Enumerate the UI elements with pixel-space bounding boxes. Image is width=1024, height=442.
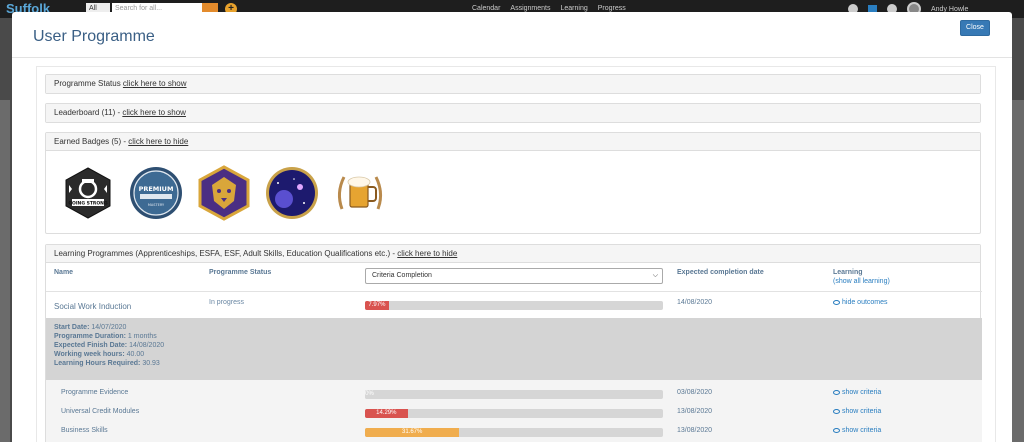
space-badge-icon[interactable] [264,165,320,221]
modal-body: Programme Status click here to show Lead… [36,66,996,442]
earned-badges-toggle-link[interactable]: click here to hide [128,137,188,146]
programme-row: Social Work Induction In progress 7.97% … [46,293,982,318]
show-criteria-link[interactable]: show criteria [833,408,881,415]
mastery-text: MASTERY [148,203,165,207]
leaderboard-header: Leaderboard (11) - click here to show [46,104,980,122]
show-all-learning-link[interactable]: (show all learning) [833,278,890,285]
top-nav: Calendar Assignments Learning Progress [472,5,626,12]
header-name: Name [54,269,74,276]
outcome-expected-date: 13/08/2020 [677,427,713,434]
learning-programmes-panel: Learning Programmes (Apprenticeships, ES… [45,244,982,442]
close-button[interactable]: Close [960,20,990,36]
learning-programmes-header: Learning Programmes (Apprenticeships, ES… [46,245,980,263]
going-strong-text: GOING STRONG [68,201,108,207]
hide-outcomes-link[interactable]: hide outcomes [833,299,888,306]
header-expected: Expected completion date [677,269,764,276]
completion-type-select[interactable]: Criteria Completion ⌵ [365,268,663,284]
beer-mug-badge-icon[interactable] [332,165,388,221]
eye-icon [833,389,840,395]
earned-badges-panel: Earned Badges (5) - click here to hide G… [45,132,981,234]
leaderboard-panel: Leaderboard (11) - click here to show [45,103,981,123]
completion-type-value: Criteria Completion [372,272,432,279]
show-criteria-link[interactable]: show criteria [833,389,881,396]
nav-learning[interactable]: Learning [561,5,588,12]
nav-assignments[interactable]: Assignments [510,5,550,12]
programme-expected-date: 14/08/2020 [677,299,713,306]
leaderboard-toggle-link[interactable]: click here to show [122,108,186,117]
programme-status-header: Programme Status click here to show [46,75,980,93]
programme-progress-fill: 7.97% [365,301,389,310]
eye-icon [833,427,840,433]
chevron-down-icon: ⌵ [652,272,658,279]
programme-details: Start Date: 14/07/2020 Programme Duratio… [46,318,982,380]
header-learning: Learning [833,269,863,276]
header-status: Programme Status [209,269,272,276]
modal-title: User Programme [33,28,155,45]
detail-expected-finish: Expected Finish Date: 14/08/2020 [54,342,165,349]
outcome-row: Universal Credit Modules 14.29% 13/08/20… [46,406,982,424]
outcome-progress-bar: 14.29% [365,409,663,418]
background-content-left [0,100,10,442]
outcome-progress-bar: 0% [365,390,663,399]
outcome-progress-fill: 31.67% [365,428,460,437]
programme-status: In progress [209,299,245,306]
user-programme-modal: User Programme Close Programme Status cl… [12,12,1012,442]
modal-header: User Programme Close [12,12,1012,58]
eye-icon [833,408,840,414]
outcome-name[interactable]: Programme Evidence [61,389,128,396]
detail-start-date: Start Date: 14/07/2020 [54,324,127,331]
eye-icon [833,299,840,305]
outcome-progress-fill: 14.29% [365,409,408,418]
programme-status-panel: Programme Status click here to show [45,74,981,94]
programme-status-toggle-link[interactable]: click here to show [123,79,187,88]
detail-working-hours: Working week hours: 40.00 [54,351,145,358]
outcome-name[interactable]: Business Skills [61,427,108,434]
outcome-expected-date: 03/08/2020 [677,389,713,396]
nav-calendar[interactable]: Calendar [472,5,500,12]
badge-list: GOING STRONG PREMIUM MASTERY [46,151,980,231]
detail-duration: Programme Duration: 1 months [54,333,157,340]
nav-progress[interactable]: Progress [598,5,626,12]
programme-progress-bar: 7.97% [365,301,663,310]
lion-badge-icon[interactable] [196,165,252,221]
outcome-row: Programme Evidence 0% 03/08/2020 show cr… [46,387,982,405]
learning-programmes-toggle-link[interactable]: click here to hide [397,249,457,258]
premium-text: PREMIUM [139,185,174,193]
learning-table-header: Name Programme Status Criteria Completio… [46,264,982,292]
premium-mastery-badge-icon[interactable]: PREMIUM MASTERY [128,165,184,221]
programme-name[interactable]: Social Work Induction [54,302,131,311]
going-strong-badge-icon[interactable]: GOING STRONG [60,165,116,221]
detail-learning-hours: Learning Hours Required: 30.93 [54,360,160,367]
outcome-progress-bar: 31.67% [365,428,663,437]
outcome-row: Business Skills 31.67% 13/08/2020 show c… [46,425,982,442]
earned-badges-header: Earned Badges (5) - click here to hide [46,133,980,151]
background-content-right [1012,100,1024,442]
outcome-progress-fill: 0% [365,390,374,399]
show-criteria-link[interactable]: show criteria [833,427,881,434]
outcome-expected-date: 13/08/2020 [677,408,713,415]
outcome-name[interactable]: Universal Credit Modules [61,408,139,415]
